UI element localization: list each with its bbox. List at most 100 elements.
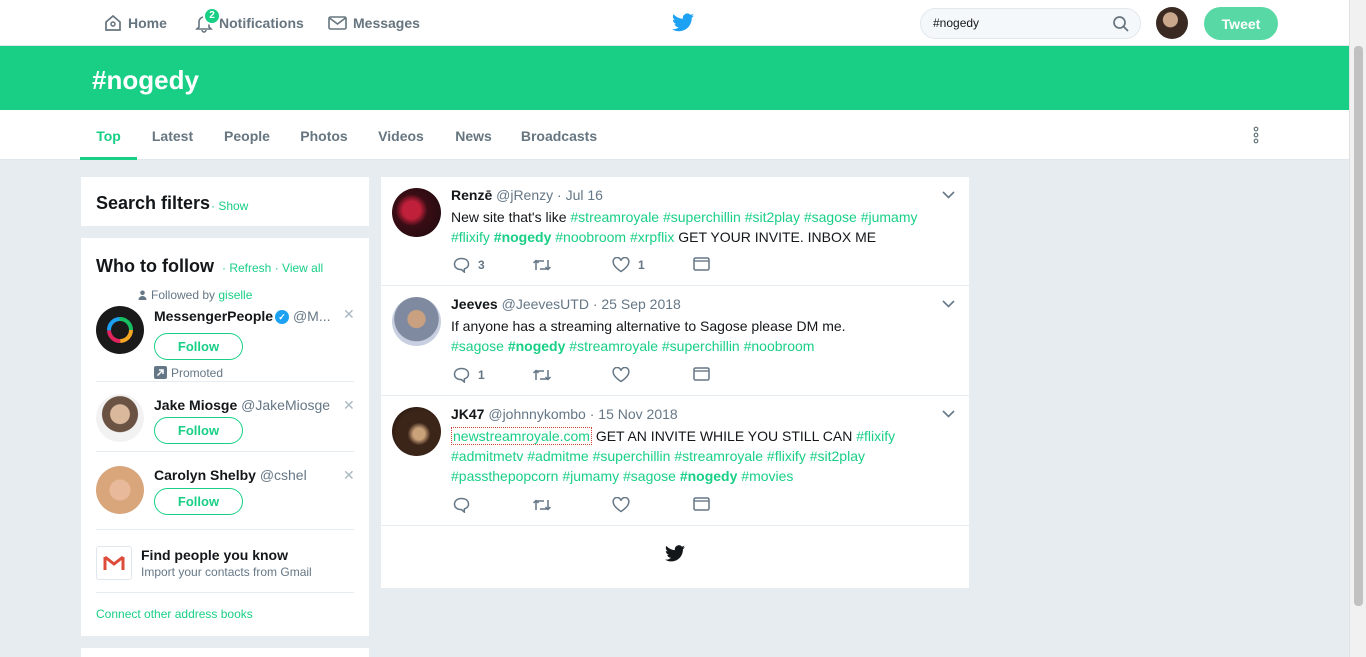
- retweet-icon: [532, 499, 552, 511]
- direct-message-action[interactable]: [693, 497, 710, 511]
- connect-address-books-link[interactable]: Connect other address books: [96, 607, 253, 621]
- view-all-link[interactable]: · View all: [275, 261, 323, 275]
- tweet[interactable]: Jeeves @JeevesUTD · 25 Sep 2018 If anyon…: [381, 286, 969, 396]
- refresh-link[interactable]: · Refresh: [222, 261, 271, 275]
- notifications-badge: 2: [203, 7, 221, 25]
- tweet-author-handle: @JeevesUTD: [501, 296, 589, 312]
- avatar[interactable]: [392, 407, 441, 456]
- direct-message-action[interactable]: [693, 367, 710, 381]
- avatar[interactable]: [96, 394, 144, 442]
- tweet-actions: [453, 497, 713, 517]
- tweet[interactable]: Renzē @jRenzy · Jul 16 New site that's l…: [381, 177, 969, 286]
- nav-notifications-label: Notifications: [219, 15, 304, 31]
- reply-action[interactable]: 3: [453, 257, 485, 273]
- nav-notifications[interactable]: 2 Notifications: [195, 0, 304, 46]
- reply-icon: [453, 257, 470, 273]
- heart-icon: [612, 367, 630, 383]
- tab-news[interactable]: News: [448, 110, 499, 160]
- avatar[interactable]: [96, 466, 144, 514]
- dismiss-close-icon[interactable]: ✕: [343, 467, 355, 484]
- tab-videos[interactable]: Videos: [371, 110, 431, 160]
- tweet-timestamp[interactable]: · Jul 16: [557, 187, 603, 203]
- reply-icon: [453, 497, 470, 513]
- tweet-timestamp[interactable]: · 25 Sep 2018: [593, 296, 681, 312]
- tweet-actions: 3 1: [453, 257, 713, 277]
- tweet-timestamp[interactable]: · 15 Nov 2018: [590, 406, 678, 422]
- search-filters-title: Search filters: [96, 193, 211, 213]
- retweet-action[interactable]: [532, 257, 560, 273]
- top-nav-bar: Home 2 Notifications Messages Tweet: [0, 0, 1349, 46]
- tab-people[interactable]: People: [216, 110, 278, 160]
- tab-broadcasts[interactable]: Broadcasts: [515, 110, 603, 160]
- tab-latest[interactable]: Latest: [145, 110, 200, 160]
- reply-action[interactable]: [453, 497, 478, 513]
- tab-photos[interactable]: Photos: [293, 110, 355, 160]
- avatar[interactable]: [96, 306, 144, 354]
- search-filters-show-link[interactable]: · Show: [211, 199, 248, 213]
- suggestion-carolyn-shelby: Carolyn Shelby @cshel ✕ Follow: [96, 452, 355, 530]
- profile-avatar[interactable]: [1156, 7, 1188, 39]
- reply-icon: [453, 367, 470, 383]
- suggestion-name[interactable]: Carolyn Shelby @cshel: [154, 467, 307, 483]
- suggestion-display-name: Carolyn Shelby: [154, 467, 256, 483]
- person-icon: [138, 290, 147, 300]
- more-options-icon[interactable]: [1253, 126, 1259, 144]
- avatar[interactable]: [392, 297, 441, 346]
- search-header: #nogedy: [0, 46, 1349, 110]
- envelope-icon: [693, 497, 710, 511]
- nav-messages[interactable]: Messages: [328, 0, 420, 46]
- nav-messages-label: Messages: [353, 15, 420, 31]
- suggestion-display-name: Jake Miosge: [154, 397, 238, 413]
- tab-top[interactable]: Top: [80, 110, 137, 160]
- search-input[interactable]: [933, 16, 1103, 30]
- direct-message-action[interactable]: [693, 257, 710, 271]
- dismiss-close-icon[interactable]: ✕: [343, 306, 355, 323]
- search-tabs: Top Latest People Photos Videos News Bro…: [0, 110, 1349, 160]
- retweet-action[interactable]: [532, 367, 560, 383]
- chevron-down-icon[interactable]: [942, 300, 955, 308]
- find-people-subtitle: Import your contacts from Gmail: [141, 565, 312, 579]
- reply-action[interactable]: 1: [453, 367, 485, 383]
- tweet[interactable]: JK47 @johnnykombo · 15 Nov 2018 newstrea…: [381, 396, 969, 526]
- tweet-author-name[interactable]: Jeeves: [451, 296, 498, 312]
- next-module-card: [81, 648, 369, 657]
- chevron-down-icon[interactable]: [942, 410, 955, 418]
- search-box: [920, 8, 1141, 39]
- avatar[interactable]: [392, 188, 441, 237]
- suggestion-display-name: MessengerPeople: [154, 308, 274, 324]
- like-action[interactable]: [612, 367, 638, 383]
- page-scrollbar[interactable]: [1349, 0, 1366, 657]
- like-action[interactable]: [612, 497, 638, 513]
- followed-by-context: Followed by giselle: [138, 288, 252, 302]
- nav-home[interactable]: Home: [104, 0, 167, 46]
- chevron-down-icon[interactable]: [942, 191, 955, 199]
- find-people-link[interactable]: Find people you know: [141, 547, 288, 563]
- heart-icon: [612, 497, 630, 513]
- tweet-actions: 1: [453, 367, 713, 387]
- tweet-author-name[interactable]: Renzē: [451, 187, 492, 203]
- suggestion-name[interactable]: Jake Miosge @JakeMiosge: [154, 397, 330, 413]
- follow-button[interactable]: Follow: [154, 417, 243, 444]
- suggestion-name[interactable]: MessengerPeople ✓ @M...: [154, 308, 331, 324]
- envelope-icon: [693, 257, 710, 271]
- retweet-action[interactable]: [532, 497, 560, 513]
- heart-icon: [612, 257, 630, 273]
- tweet-button[interactable]: Tweet: [1204, 7, 1278, 40]
- suggestion-handle: @M...: [292, 308, 331, 324]
- scrollbar-thumb[interactable]: [1354, 46, 1363, 606]
- who-to-follow-card: Who to follow · Refresh · View all Follo…: [81, 238, 369, 636]
- tweet-author-name[interactable]: JK47: [451, 406, 484, 422]
- tweet-header: Jeeves @JeevesUTD · 25 Sep 2018: [451, 296, 681, 312]
- follow-button[interactable]: Follow: [154, 488, 243, 515]
- twitter-bird-logo-icon[interactable]: [672, 13, 694, 32]
- search-icon[interactable]: [1112, 15, 1130, 33]
- dismiss-close-icon[interactable]: ✕: [343, 397, 355, 414]
- followed-by-user-link[interactable]: giselle: [218, 288, 252, 302]
- messengerpeople-logo-icon: [107, 317, 133, 343]
- search-timeline: Renzē @jRenzy · Jul 16 New site that's l…: [381, 177, 969, 588]
- follow-button[interactable]: Follow: [154, 333, 243, 360]
- like-action[interactable]: 1: [612, 257, 645, 273]
- gmail-icon[interactable]: [96, 546, 132, 580]
- envelope-icon: [693, 367, 710, 381]
- divider: [96, 592, 354, 593]
